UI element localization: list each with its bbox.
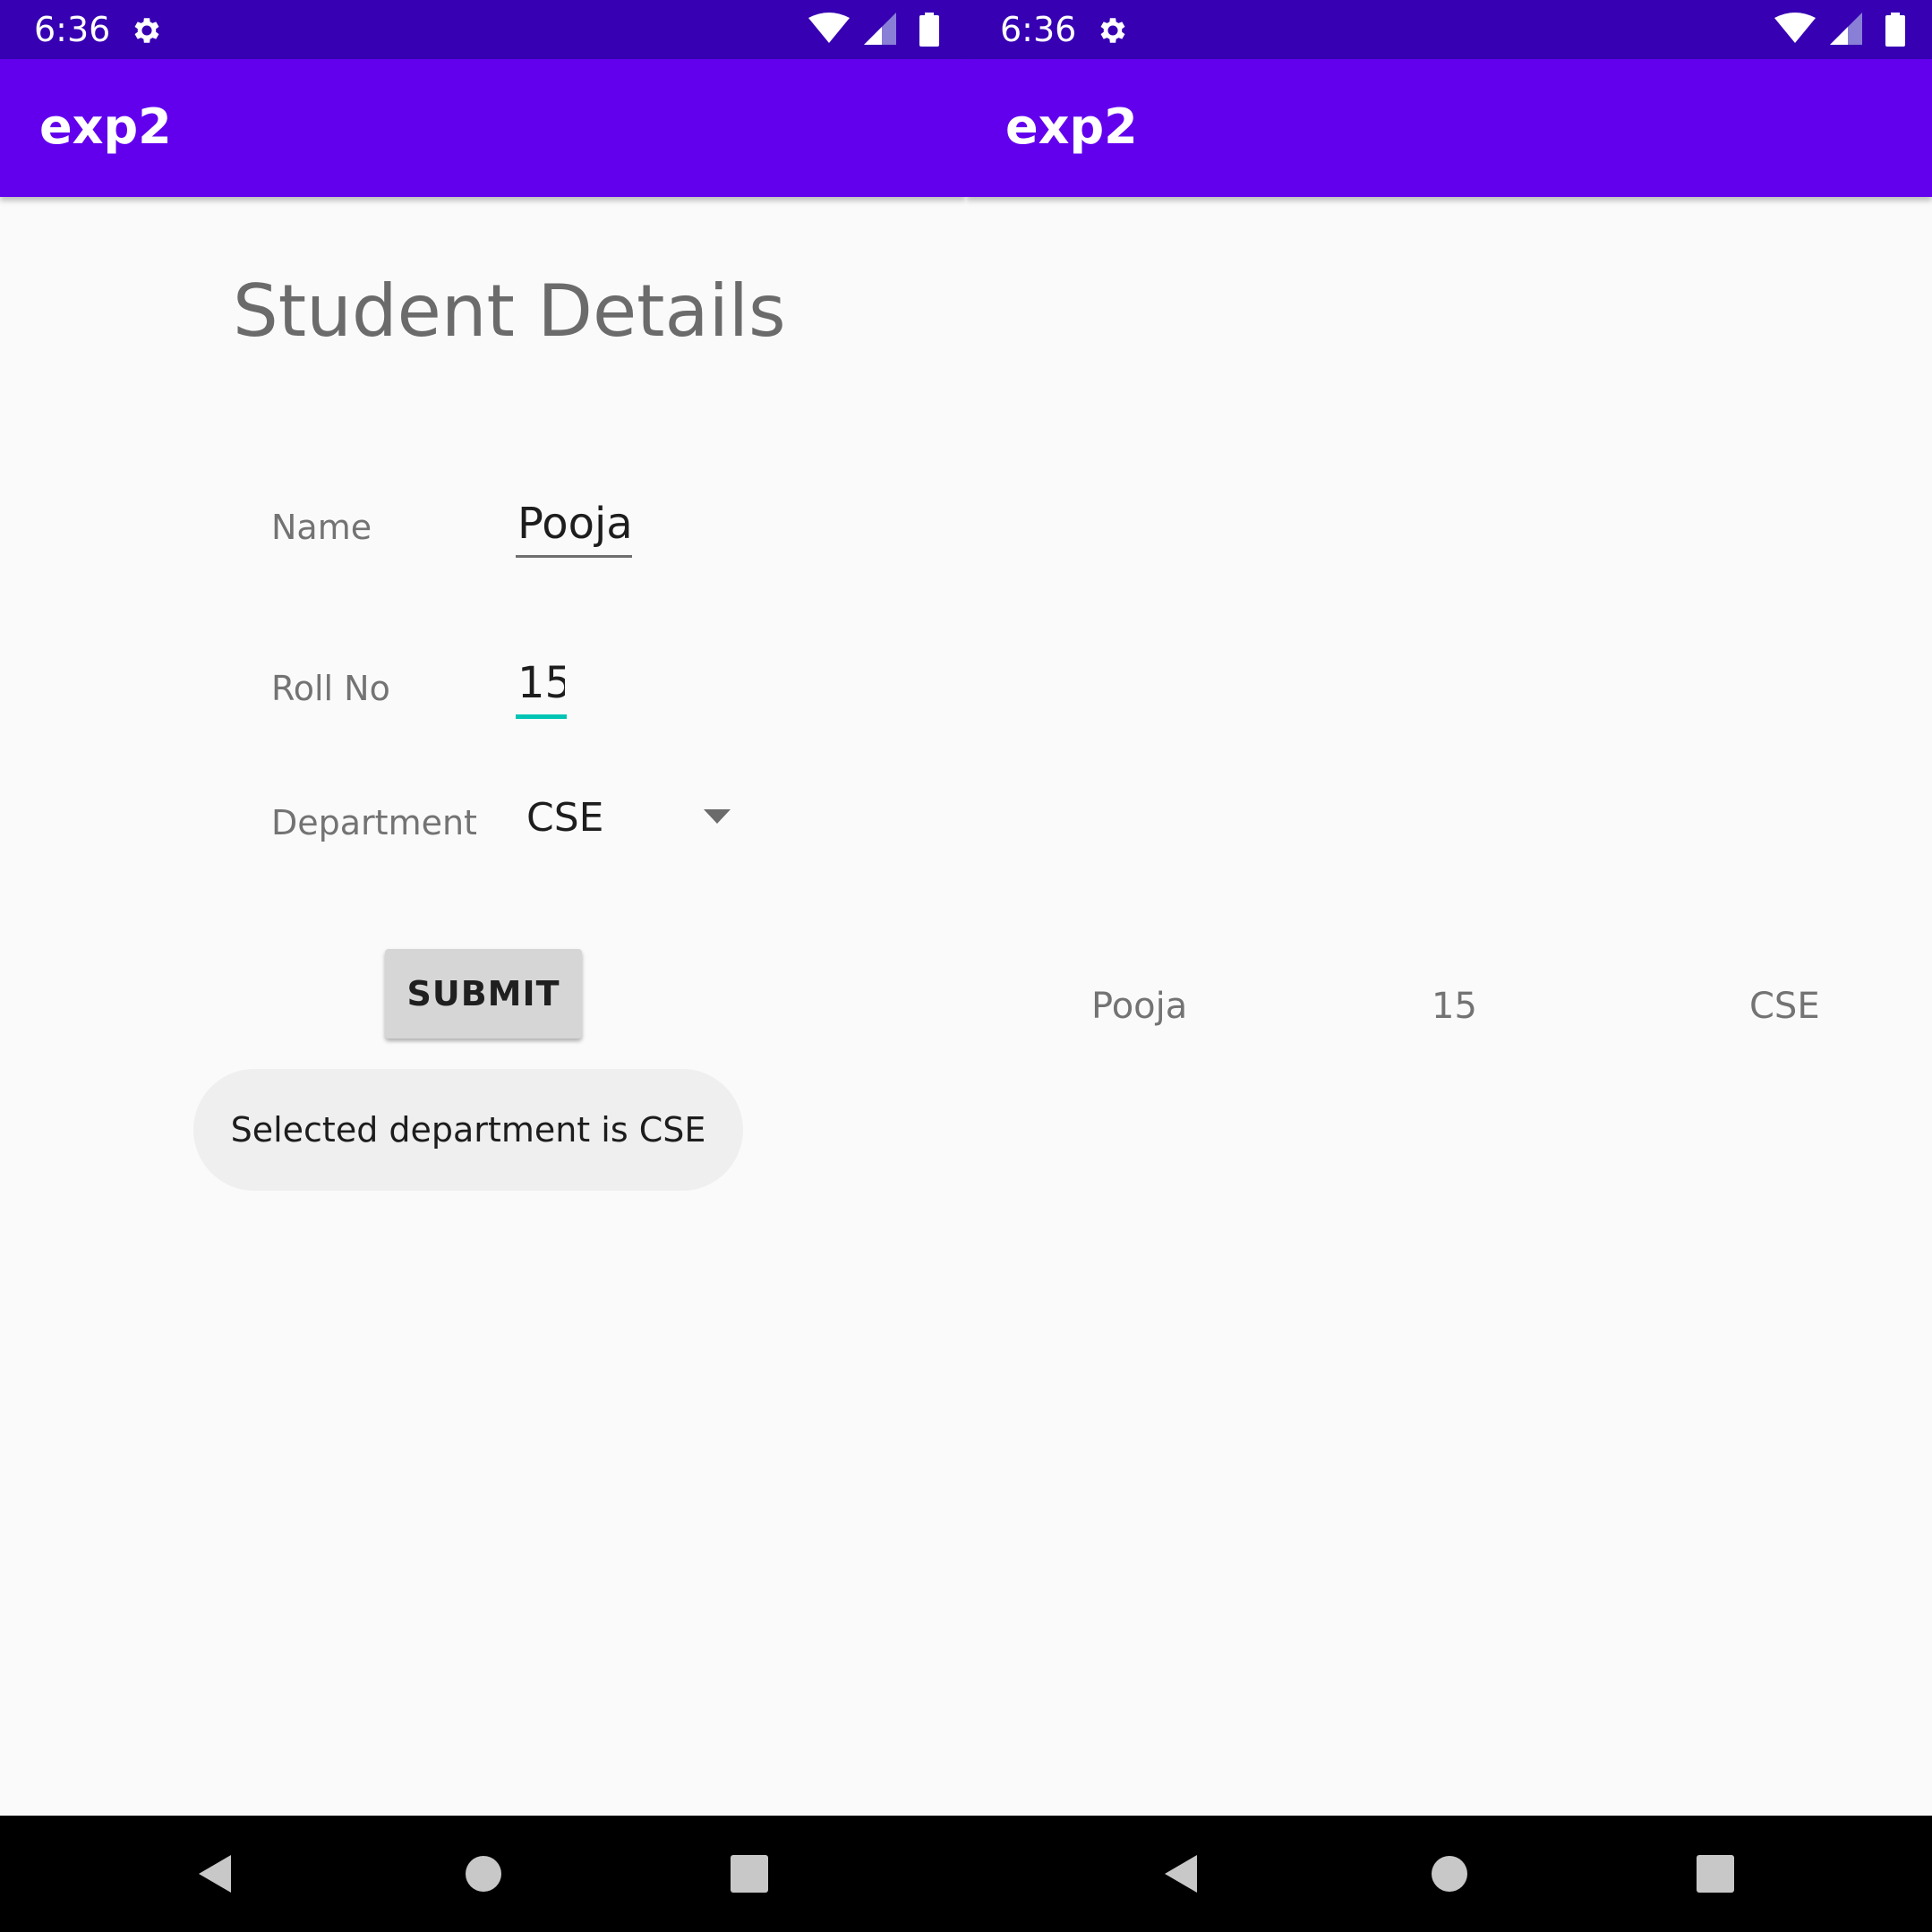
wifi-icon: [808, 13, 850, 43]
submit-button[interactable]: SUBMIT: [385, 949, 582, 1039]
settings-gear-icon: [1100, 18, 1125, 43]
dropdown-arrow-icon: [704, 809, 731, 824]
roll-no-input[interactable]: [516, 657, 567, 719]
result-name: Pooja: [1091, 986, 1188, 1027]
back-icon[interactable]: [1161, 1853, 1202, 1894]
home-icon[interactable]: [463, 1853, 504, 1894]
status-time: 6:36: [34, 10, 111, 49]
app-title: exp2: [1005, 98, 1138, 155]
status-bar: 6:36: [0, 0, 966, 59]
status-bar: 6:36: [966, 0, 1932, 59]
recents-icon[interactable]: [1695, 1853, 1736, 1894]
navigation-bar: [966, 1816, 1932, 1932]
app-bar: exp2: [966, 59, 1932, 197]
name-label: Name: [271, 508, 372, 547]
app-title: exp2: [39, 98, 172, 155]
result-roll-no: 15: [1432, 986, 1477, 1027]
department-spinner[interactable]: CSE: [516, 791, 731, 849]
app-bar: exp2: [0, 59, 966, 197]
wifi-icon: [1774, 13, 1816, 43]
result-department: CSE: [1749, 986, 1820, 1027]
toast-message: Selected department is CSE: [193, 1069, 743, 1191]
name-input[interactable]: [516, 498, 632, 558]
department-label: Department: [271, 803, 477, 842]
status-time: 6:36: [1000, 10, 1077, 49]
home-icon[interactable]: [1429, 1853, 1470, 1894]
navigation-bar: [0, 1816, 966, 1932]
battery-icon: [1885, 13, 1905, 47]
department-selected-value: CSE: [526, 795, 604, 841]
battery-icon: [919, 13, 939, 47]
result-screen: 6:36 exp2 Pooja 15 CSE: [966, 0, 1932, 1932]
back-icon[interactable]: [195, 1853, 236, 1894]
signal-icon: [864, 13, 896, 45]
settings-gear-icon: [134, 18, 159, 43]
form-content: Student Details Name Roll No Department …: [0, 197, 966, 1816]
result-content: Pooja 15 CSE: [966, 197, 1932, 1816]
roll-no-label: Roll No: [271, 669, 390, 708]
page-heading: Student Details: [233, 269, 786, 353]
recents-icon[interactable]: [729, 1853, 770, 1894]
form-screen: 6:36 exp2 Student Details Name Roll No: [0, 0, 966, 1932]
signal-icon: [1830, 13, 1862, 45]
